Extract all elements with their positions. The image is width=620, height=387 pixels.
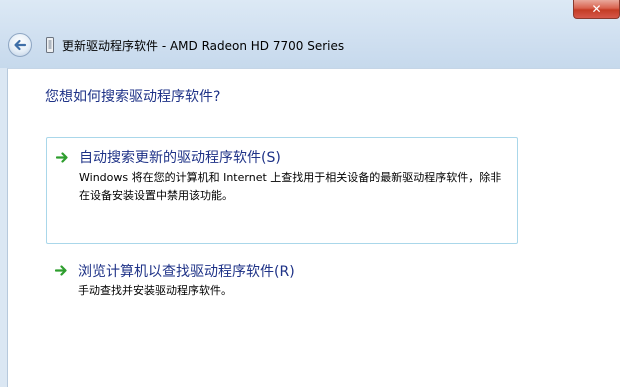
option-description: Windows 将在您的计算机和 Internet 上查找用于相关设备的最新驱动… xyxy=(79,171,502,202)
green-arrow-icon xyxy=(56,152,68,163)
page-heading: 您想如何搜索驱动程序软件? xyxy=(45,89,221,105)
option-description: 手动查找并安装驱动程序软件。 xyxy=(78,284,232,297)
option-title: 自动搜索更新的驱动程序软件(S) xyxy=(79,150,281,166)
close-icon: ✕ xyxy=(591,2,602,16)
hardware-device-icon xyxy=(46,37,54,53)
wizard-content: 您想如何搜索驱动程序软件? 自动搜索更新的驱动程序软件(S) Windows 将… xyxy=(7,68,620,387)
back-button[interactable] xyxy=(8,33,32,57)
browse-computer-option[interactable]: 浏览计算机以查找驱动程序软件(R) 手动查找并安装驱动程序软件。 xyxy=(46,257,518,313)
back-arrow-icon xyxy=(14,39,27,51)
close-button[interactable]: ✕ xyxy=(573,0,620,19)
option-title: 浏览计算机以查找驱动程序软件(R) xyxy=(78,264,295,280)
auto-search-option[interactable]: 自动搜索更新的驱动程序软件(S) Windows 将在您的计算机和 Intern… xyxy=(46,137,518,244)
window-title: 更新驱动程序软件 - AMD Radeon HD 7700 Series xyxy=(62,39,345,53)
title-bar: ✕ 更新驱动程序软件 - AMD Radeon HD 7700 Series xyxy=(0,0,620,68)
green-arrow-icon xyxy=(55,265,67,276)
